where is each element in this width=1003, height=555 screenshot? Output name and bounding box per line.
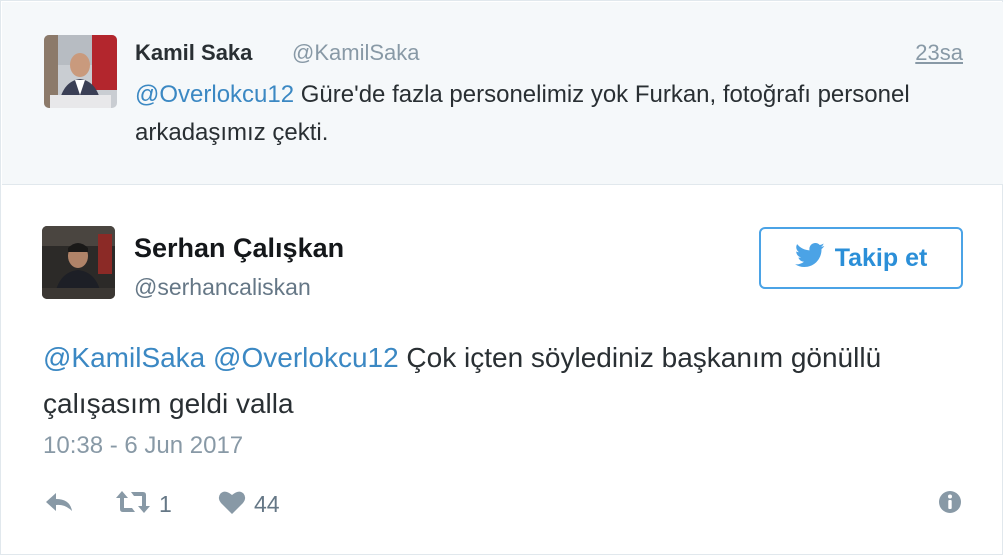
reply-button[interactable] bbox=[43, 487, 75, 521]
tweet-embed-card: Kamil Saka @KamilSaka 23sa @Overlokcu12 … bbox=[0, 0, 1003, 555]
avatar[interactable] bbox=[44, 35, 117, 108]
tweet-text: @Overlokcu12 Güre'de fazla personelimiz … bbox=[135, 76, 975, 152]
author-handle[interactable]: @serhancaliskan bbox=[134, 274, 311, 301]
heart-icon bbox=[218, 489, 246, 520]
tweet-time[interactable]: 23sa bbox=[915, 40, 963, 66]
twitter-bird-icon bbox=[794, 243, 825, 273]
retweet-icon bbox=[115, 489, 151, 520]
author-name[interactable]: Kamil Saka bbox=[135, 40, 252, 66]
mention-separator bbox=[205, 342, 213, 373]
retweet-count: 1 bbox=[159, 490, 172, 517]
info-button[interactable] bbox=[938, 487, 962, 521]
info-icon bbox=[938, 490, 962, 519]
follow-label: Takip et bbox=[834, 243, 928, 272]
retweet-button[interactable]: 1 bbox=[115, 487, 172, 521]
follow-button[interactable]: Takip et bbox=[759, 227, 963, 289]
reply-icon bbox=[43, 490, 75, 519]
avatar[interactable] bbox=[42, 226, 115, 299]
tweet-actions: 1 44 bbox=[43, 487, 963, 521]
author-handle[interactable]: @KamilSaka bbox=[292, 40, 420, 66]
parent-tweet[interactable]: Kamil Saka @KamilSaka 23sa @Overlokcu12 … bbox=[2, 2, 1003, 185]
like-button[interactable]: 44 bbox=[218, 487, 280, 521]
like-count: 44 bbox=[254, 490, 280, 517]
tweet-text: @KamilSaka @Overlokcu12 Çok içten söyled… bbox=[43, 335, 963, 427]
mention-link[interactable]: @Overlokcu12 bbox=[213, 342, 399, 373]
mention-link[interactable]: @Overlokcu12 bbox=[135, 81, 294, 108]
mention-link[interactable]: @KamilSaka bbox=[43, 342, 205, 373]
author-name[interactable]: Serhan Çalışkan bbox=[134, 233, 344, 264]
tweet-timestamp[interactable]: 10:38 - 6 Jun 2017 bbox=[43, 432, 243, 460]
